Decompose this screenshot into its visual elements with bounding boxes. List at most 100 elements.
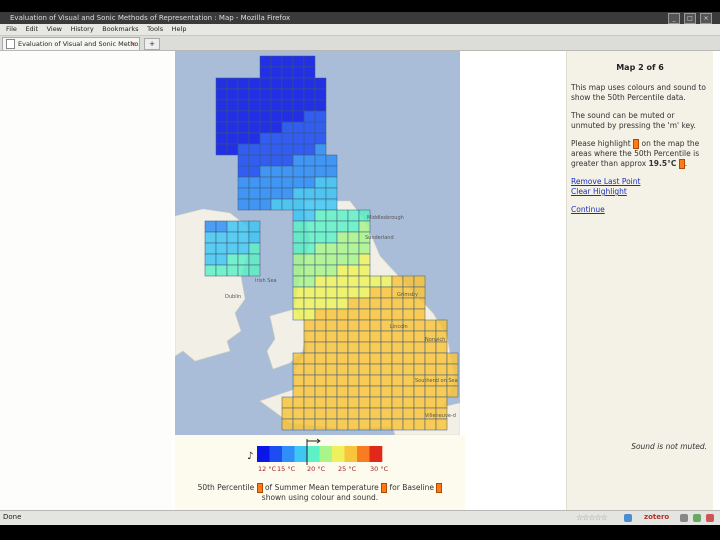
grid-cell[interactable] [347, 220, 360, 233]
grid-cell[interactable] [248, 220, 261, 233]
grid-cell[interactable] [303, 352, 316, 365]
grid-cell[interactable] [204, 220, 217, 233]
grid-cell[interactable] [358, 418, 371, 431]
grid-cell[interactable] [358, 297, 371, 310]
grid-cell[interactable] [259, 132, 272, 145]
grid-cell[interactable] [226, 88, 239, 101]
grid-cell[interactable] [303, 176, 316, 189]
grid-cell[interactable] [314, 319, 327, 332]
grid-cell[interactable] [237, 110, 250, 123]
grid-cell[interactable] [314, 308, 327, 321]
grid-cell[interactable] [325, 286, 338, 299]
grid-cell[interactable] [325, 253, 338, 266]
grid-cell[interactable] [358, 275, 371, 288]
grid-cell[interactable] [292, 231, 305, 244]
grid-cell[interactable] [380, 396, 393, 409]
grid-cell[interactable] [435, 352, 448, 365]
grid-cell[interactable] [358, 363, 371, 376]
grid-cell[interactable] [325, 242, 338, 255]
grid-cell[interactable] [248, 88, 261, 101]
grid-cell[interactable] [281, 187, 294, 200]
grid-cell[interactable] [336, 297, 349, 310]
grid-cell[interactable] [391, 341, 404, 354]
grid-cell[interactable] [303, 253, 316, 266]
grid-cell[interactable] [281, 99, 294, 112]
grid-cell[interactable] [325, 154, 338, 167]
grid-cell[interactable] [270, 88, 283, 101]
grid-cell[interactable] [347, 242, 360, 255]
grid-cell[interactable] [314, 209, 327, 222]
grid-cell[interactable] [336, 396, 349, 409]
grid-cell[interactable] [226, 99, 239, 112]
grid-cell[interactable] [292, 209, 305, 222]
grid-cell[interactable] [446, 363, 459, 376]
measure-chip[interactable] [381, 483, 388, 493]
grid-cell[interactable] [325, 264, 338, 277]
grid-cell[interactable] [292, 176, 305, 189]
grid-cell[interactable] [413, 330, 426, 343]
grid-cell[interactable] [347, 363, 360, 376]
grid-cell[interactable] [358, 220, 371, 233]
grid-cell[interactable] [325, 396, 338, 409]
grid-cell[interactable] [413, 297, 426, 310]
grid-cell[interactable] [380, 341, 393, 354]
grid-cell[interactable] [292, 220, 305, 233]
grid-cell[interactable] [391, 363, 404, 376]
grid-cell[interactable] [402, 385, 415, 398]
grid-cell[interactable] [204, 231, 217, 244]
grid-cell[interactable] [358, 253, 371, 266]
grid-cell[interactable] [248, 110, 261, 123]
grid-cell[interactable] [270, 110, 283, 123]
grid-cell[interactable] [358, 352, 371, 365]
grid-cell[interactable] [226, 110, 239, 123]
grid-cell[interactable] [369, 330, 382, 343]
grid-cell[interactable] [270, 99, 283, 112]
grid-cell[interactable] [259, 198, 272, 211]
scenario-chip[interactable] [436, 483, 443, 493]
grid-cell[interactable] [325, 418, 338, 431]
menu-bookmarks[interactable]: Bookmarks [102, 24, 138, 35]
grid-cell[interactable] [325, 209, 338, 222]
grid-cell[interactable] [226, 77, 239, 90]
grid-cell[interactable] [402, 330, 415, 343]
grid-cell[interactable] [292, 77, 305, 90]
grid-cell[interactable] [402, 374, 415, 387]
grid-cell[interactable] [336, 352, 349, 365]
grid-cell[interactable] [413, 418, 426, 431]
grid-cell[interactable] [259, 165, 272, 178]
grid-cell[interactable] [369, 396, 382, 409]
grid-cell[interactable] [259, 88, 272, 101]
grid-cell[interactable] [413, 352, 426, 365]
grid-cell[interactable] [314, 363, 327, 376]
grid-cell[interactable] [292, 418, 305, 431]
grid-cell[interactable] [303, 220, 316, 233]
grid-cell[interactable] [424, 418, 437, 431]
grid-cell[interactable] [358, 407, 371, 420]
grid-cell[interactable] [347, 264, 360, 277]
grid-cell[interactable] [292, 99, 305, 112]
grid-cell[interactable] [325, 352, 338, 365]
grid-cell[interactable] [314, 77, 327, 90]
grid-cell[interactable] [391, 396, 404, 409]
grid-cell[interactable] [314, 231, 327, 244]
grid-cell[interactable] [380, 418, 393, 431]
grid-cell[interactable] [325, 231, 338, 244]
grid-cell[interactable] [358, 330, 371, 343]
grid-cell[interactable] [314, 88, 327, 101]
grid-cell[interactable] [292, 198, 305, 211]
grid-cell[interactable] [314, 154, 327, 167]
grid-cell[interactable] [292, 363, 305, 376]
grid-cell[interactable] [237, 143, 250, 156]
grid-cell[interactable] [281, 154, 294, 167]
grid-cell[interactable] [369, 297, 382, 310]
grid-cell[interactable] [259, 110, 272, 123]
grid-cell[interactable] [435, 385, 448, 398]
grid-cell[interactable] [303, 363, 316, 376]
grid-cell[interactable] [347, 352, 360, 365]
grid-cell[interactable] [292, 407, 305, 420]
grid-cell[interactable] [237, 264, 250, 277]
grid-cell[interactable] [314, 286, 327, 299]
grid-cell[interactable] [369, 363, 382, 376]
grid-cell[interactable] [248, 77, 261, 90]
grid-cell[interactable] [292, 308, 305, 321]
